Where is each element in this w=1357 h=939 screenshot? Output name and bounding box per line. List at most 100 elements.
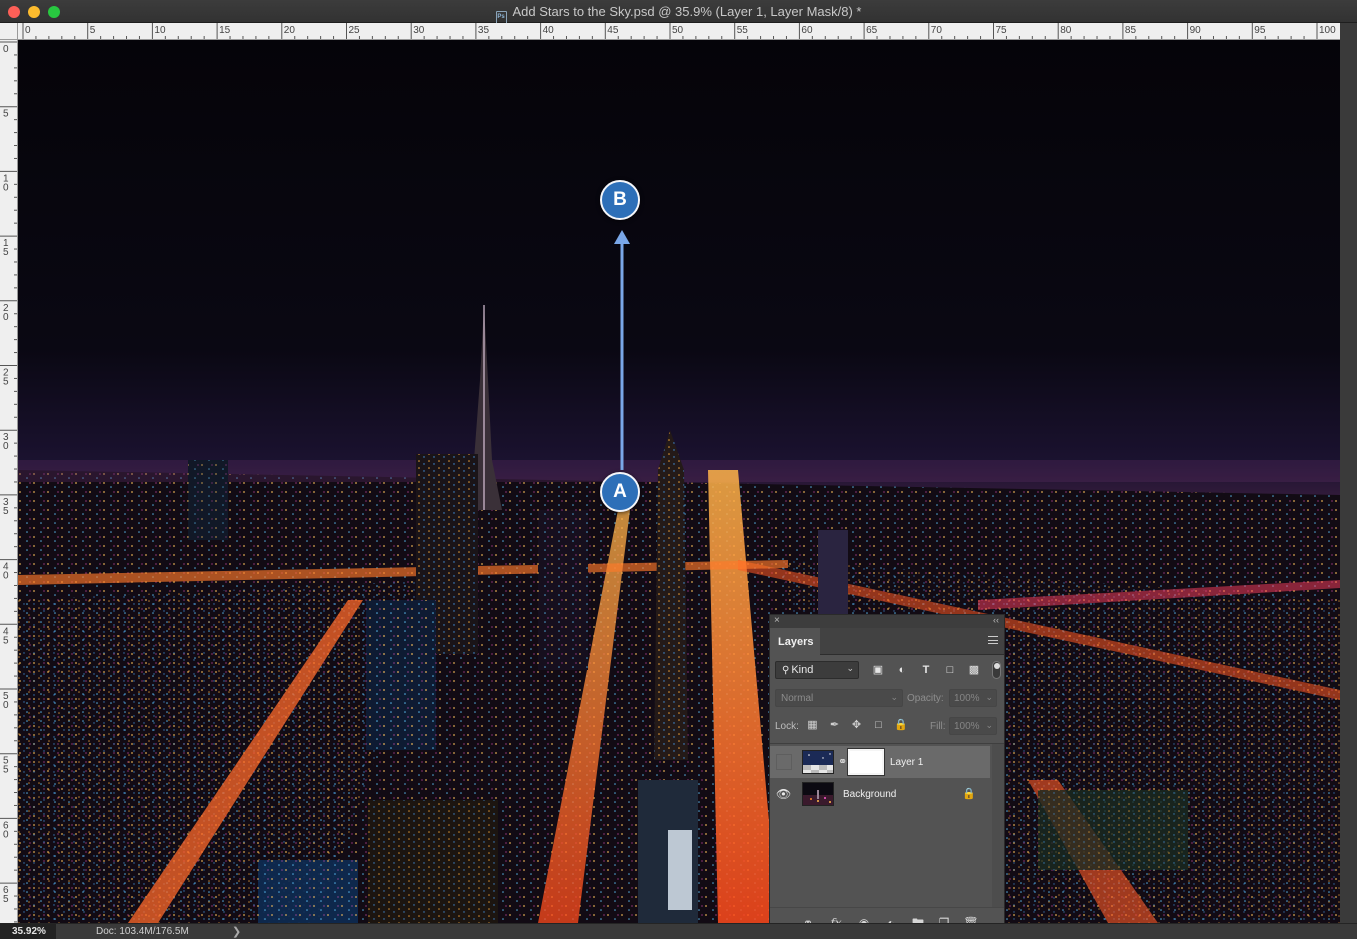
lock-position-icon[interactable]: ✥: [850, 719, 863, 732]
filter-row: ⚲ Kind ⌄ ▣ ◐ T □ ▩: [770, 655, 1004, 683]
padlock-icon[interactable]: 🔒: [962, 787, 976, 800]
blend-mode-value: Normal: [781, 693, 814, 704]
ruler-label: 50: [672, 25, 684, 36]
document-canvas[interactable]: A B: [18, 40, 1340, 923]
lock-artboard-icon[interactable]: □: [872, 719, 885, 732]
lock-all-icon[interactable]: 🔒: [894, 719, 908, 732]
ruler-label: 0: [3, 700, 9, 711]
close-panel-icon[interactable]: ×: [774, 615, 780, 626]
ruler-label: 0: [3, 182, 9, 193]
chevron-down-icon: ⌄: [985, 692, 993, 702]
search-icon: ⚲: [782, 665, 790, 676]
blend-mode-select[interactable]: Normal ⌄: [775, 689, 903, 707]
ruler-label: 25: [349, 25, 361, 36]
horizontal-ruler[interactable]: 0 5 10 15 20 25 30 35 40 45 50 55 60 65 70 75 80 85 90 95 10…: [18, 23, 1340, 40]
mask-link-icon[interactable]: ⚭: [838, 755, 847, 768]
fill-field[interactable]: 100% ⌄: [949, 717, 997, 735]
ruler-label: 65: [866, 25, 878, 36]
panel-header-strip: × ‹‹: [770, 615, 1004, 628]
image-filter-icon[interactable]: ▣: [871, 663, 885, 677]
ruler-label: 55: [737, 25, 749, 36]
ruler-label: 5: [3, 109, 9, 120]
ruler-label: 40: [543, 25, 555, 36]
ruler-label: 5: [90, 25, 96, 36]
canvas-gutter: [1340, 23, 1357, 923]
ruler-label: 0: [3, 44, 9, 55]
ruler-label: 5: [3, 765, 9, 776]
eye-icon[interactable]: 👁: [776, 787, 791, 801]
ruler-label: 90: [1190, 25, 1202, 36]
tab-layers[interactable]: Layers: [770, 628, 820, 655]
ruler-label: 85: [1125, 25, 1137, 36]
lock-transparent-pixels-icon[interactable]: ▦: [806, 719, 819, 732]
marker-b: B: [600, 180, 640, 220]
background-thumbnail-image: [803, 783, 833, 805]
ruler-label: 0: [3, 829, 9, 840]
ruler-label: 5: [3, 894, 9, 905]
layers-list: ⚭ Layer 1 👁 Background 🔒: [770, 743, 1004, 909]
status-menu-arrow-icon[interactable]: ❯: [232, 925, 241, 938]
ruler-label: 45: [607, 25, 619, 36]
filter-kind-select[interactable]: ⚲ Kind ⌄: [775, 661, 859, 679]
window-title-container: Ps Add Stars to the Sky.psd @ 35.9% (Laye…: [0, 4, 1357, 24]
filter-toggle-switch[interactable]: [992, 661, 1001, 679]
opacity-value: 100%: [954, 693, 980, 704]
ruler-label: 0: [3, 441, 9, 452]
blend-row: Normal ⌄ Opacity: 100% ⌄: [770, 683, 1004, 711]
layers-panel: × ‹‹ Layers ⚲ Kind ⌄ ▣ ◐ T □ ▩ Normal ⌄ O…: [769, 614, 1005, 936]
vertical-ruler-ticks: 05101520253035404550556065: [0, 41, 17, 923]
layer-1-thumbnail-image: [803, 751, 833, 773]
ruler-label: 10: [154, 25, 166, 36]
layers-scrollbar[interactable]: [992, 744, 1004, 909]
type-filter-icon[interactable]: T: [919, 663, 933, 677]
ruler-label: 35: [478, 25, 490, 36]
status-bar: 35.92% Doc: 103.4M/176.5M ❯: [0, 923, 1357, 939]
layer-thumbnail[interactable]: [802, 782, 834, 806]
lock-image-pixels-icon[interactable]: ✒: [828, 719, 841, 732]
lock-label: Lock:: [775, 721, 799, 732]
ruler-label: 80: [1060, 25, 1072, 36]
fill-value: 100%: [954, 721, 980, 732]
lock-row: Lock: ▦ ✒ ✥ □ 🔒 Fill: 100% ⌄: [770, 711, 1004, 739]
chevron-down-icon: ⌄: [846, 663, 854, 673]
visibility-toggle-empty[interactable]: [776, 754, 792, 770]
ruler-label: 0: [3, 312, 9, 323]
marker-a: A: [600, 472, 640, 512]
ruler-label: 95: [1254, 25, 1266, 36]
layer-thumbnail[interactable]: [802, 750, 834, 774]
ruler-label: 70: [931, 25, 943, 36]
ruler-label: 5: [3, 506, 9, 517]
window-title: Add Stars to the Sky.psd @ 35.9% (Layer …: [512, 4, 862, 19]
ruler-label: 75: [996, 25, 1008, 36]
opacity-label: Opacity:: [907, 693, 944, 704]
panel-tab-row: Layers: [770, 628, 1004, 655]
shape-filter-icon[interactable]: □: [943, 663, 957, 677]
chevron-down-icon: ⌄: [985, 720, 993, 730]
chevron-down-icon: ⌄: [890, 692, 898, 702]
opacity-field[interactable]: 100% ⌄: [949, 689, 997, 707]
ruler-label: 5: [3, 247, 9, 258]
zoom-level-field[interactable]: 35.92%: [0, 924, 56, 939]
collapse-panel-icon[interactable]: ‹‹: [993, 615, 999, 625]
ruler-label: 20: [284, 25, 296, 36]
ruler-origin[interactable]: [0, 23, 18, 40]
layer-name[interactable]: Background: [843, 789, 896, 800]
ruler-label: 5: [3, 377, 9, 388]
city-night-photo: [18, 40, 1340, 923]
filter-kind-value: Kind: [791, 664, 814, 676]
ruler-label: 0: [3, 571, 9, 582]
ruler-label: 0: [25, 25, 31, 36]
adjustment-filter-icon[interactable]: ◐: [895, 663, 909, 677]
panel-menu-icon[interactable]: [988, 636, 998, 644]
layer-row-layer-1[interactable]: ⚭ Layer 1: [770, 746, 990, 778]
layer-name[interactable]: Layer 1: [890, 757, 923, 768]
layer-mask-thumbnail[interactable]: [847, 748, 885, 776]
layer-row-background[interactable]: 👁 Background 🔒: [770, 778, 990, 810]
ruler-label: 60: [801, 25, 813, 36]
smart-object-filter-icon[interactable]: ▩: [967, 663, 981, 677]
vertical-ruler[interactable]: 05101520253035404550556065: [0, 40, 18, 923]
title-bar: Ps Add Stars to the Sky.psd @ 35.9% (Laye…: [0, 0, 1357, 24]
horizontal-ruler-ticks: 0 5 10 15 20 25 30 35 40 45 50 55 60 65 70 75 80 85 90 95 10…: [22, 23, 1336, 39]
ruler-label: 100: [1319, 25, 1336, 36]
document-size-info[interactable]: Doc: 103.4M/176.5M: [96, 926, 189, 937]
